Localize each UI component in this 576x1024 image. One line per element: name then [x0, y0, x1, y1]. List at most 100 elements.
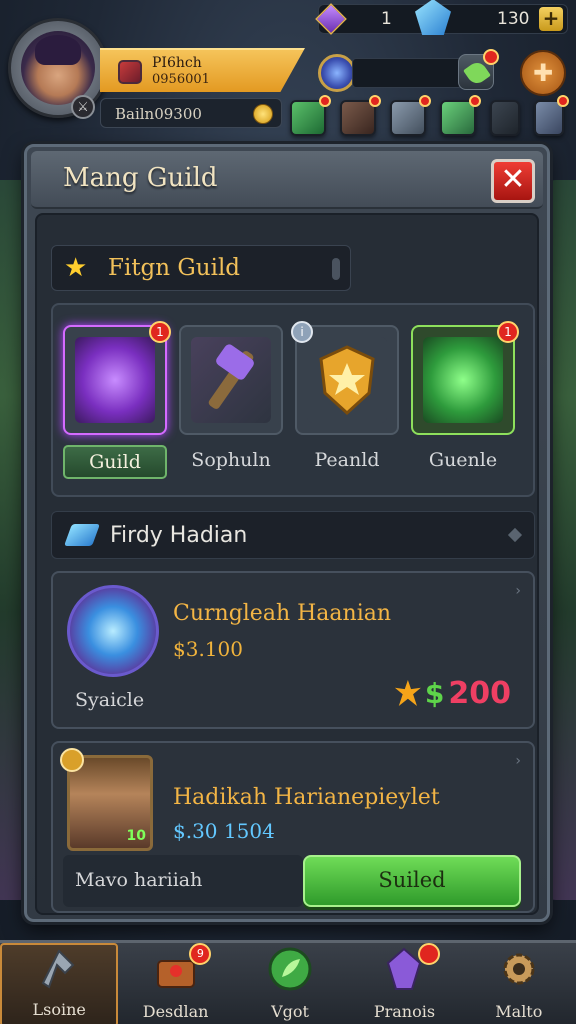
offer-title: Hadikah Harianepieylet — [173, 785, 440, 810]
resource-value-1: 1 — [381, 9, 392, 29]
tab-peanld[interactable]: i — [291, 321, 399, 435]
rank-gem-icon — [118, 60, 142, 84]
shield-shape — [319, 345, 375, 416]
hammer-icon — [191, 337, 271, 423]
emblem-icon[interactable] — [440, 95, 481, 136]
sword-icon: ⚔ — [71, 95, 95, 119]
offer-title: Curngleah Haanian — [173, 601, 392, 626]
axe-shape — [41, 949, 75, 989]
tab-label-guild[interactable]: Guild — [63, 445, 167, 479]
nav-item-vgot[interactable]: Vgot — [233, 943, 347, 1024]
subsection-label: Firdy Hadian — [110, 523, 248, 548]
add-resource-button[interactable]: + — [539, 7, 563, 31]
hero-portrait: 10 — [60, 748, 153, 851]
quest-button[interactable] — [458, 49, 499, 90]
nav-label: Lsoine — [32, 1000, 86, 1019]
player-subtitle: Bailn09300 — [115, 105, 202, 123]
diamond-icon — [507, 527, 523, 543]
player-name: PI6hch — [152, 55, 202, 71]
bottom-navigation: Lsoine 9 Desdlan Vgot Pranois Malto — [0, 940, 576, 1024]
nav-item-desdlan[interactable]: 9 Desdlan — [118, 943, 232, 1024]
name-field: Mavo hariiah — [63, 855, 303, 907]
hero-level: 10 — [126, 828, 146, 844]
tab-label-sophuln[interactable]: Sophuln — [179, 449, 283, 471]
notification-dot — [469, 95, 481, 107]
reward-value: 200 — [448, 675, 511, 711]
armor-icon[interactable] — [390, 95, 431, 136]
notification-dot — [319, 95, 331, 107]
dollar-icon: $ — [424, 676, 445, 710]
green-shield-icon[interactable] — [290, 95, 331, 136]
tab-label-peanld[interactable]: Peanld — [295, 449, 399, 471]
notification-dot — [369, 95, 381, 107]
nav-label: Malto — [495, 1002, 543, 1021]
panel-body: ★ Fitgn Guild 1 Guild Sophuln i Peanld 1… — [35, 213, 539, 915]
emerald-tome-icon — [423, 337, 503, 423]
notification-dot — [419, 95, 431, 107]
spark-icon — [394, 680, 421, 706]
star-icon: ★ — [64, 253, 88, 283]
offer-subtext: Syaicle — [75, 689, 145, 711]
panel-title: Mang Guild — [63, 163, 218, 193]
coin-icon — [253, 104, 273, 124]
guild-tabs: 1 Guild Sophuln i Peanld 1 Guenle — [51, 303, 535, 497]
close-button[interactable]: ✕ — [491, 159, 535, 203]
guild-offer-card[interactable]: Curngleah Haanian $3.100 Syaicle › $ 200 — [51, 571, 535, 729]
nav-item-malto[interactable]: Malto — [462, 943, 576, 1024]
notification-dot — [418, 943, 441, 965]
blue-crystal-emblem-icon — [67, 585, 159, 677]
chevron-icon: › — [515, 583, 521, 599]
sold-button[interactable]: Suiled — [303, 855, 521, 907]
notification-badge: 1 — [497, 321, 519, 343]
panel-header: Mang Guild ✕ — [31, 151, 543, 209]
player-name-plate: PI6hch 0956001 — [100, 48, 305, 92]
gear-shape — [503, 953, 535, 985]
guild-section-header[interactable]: ★ Fitgn Guild — [51, 245, 351, 291]
controller-icon[interactable] — [490, 100, 520, 136]
tab-label-guenle[interactable]: Guenle — [411, 449, 515, 471]
orb-shape — [268, 947, 312, 991]
notification-dot — [557, 95, 569, 107]
subsection-header[interactable]: Firdy Hadian — [51, 511, 535, 559]
shield-orb-icon[interactable] — [318, 54, 356, 92]
golden-shield-icon — [307, 337, 387, 423]
blue-crystal-icon — [415, 0, 451, 35]
offer-subtext: Mavo hariiah — [75, 869, 203, 891]
notification-badge: 1 — [149, 321, 171, 343]
offer-price: $3.100 — [173, 637, 243, 661]
player-avatar[interactable]: ⚔ — [8, 18, 108, 119]
guild-offer-card[interactable]: 10 Hadikah Harianepieylet $.30 1504 › Ma… — [51, 741, 535, 913]
axe-icon — [35, 947, 83, 995]
tab-guild[interactable]: 1 — [63, 321, 171, 435]
guild-crest-icon — [75, 337, 155, 423]
player-sub-plate: Bailn09300 — [100, 98, 282, 128]
info-icon: i — [291, 321, 313, 343]
guild-panel: Mang Guild ✕ ★ Fitgn Guild 1 Guild Sophu… — [24, 144, 550, 922]
player-id: 0956001 — [152, 72, 210, 87]
section-label: Fitgn Guild — [108, 255, 241, 281]
resource-bar: 1 130 + — [315, 0, 568, 35]
gear-icon — [495, 945, 543, 993]
top-hud: ⚔ PI6hch 0956001 Bailn09300 1 130 + ✚ — [0, 0, 576, 140]
tab-sophuln[interactable] — [179, 325, 283, 435]
nav-label: Desdlan — [142, 1002, 209, 1021]
crate-icon[interactable] — [340, 95, 381, 136]
nav-label: Vgot — [271, 1002, 309, 1021]
nav-label: Pranois — [373, 1002, 436, 1021]
leaf-orb-icon — [266, 945, 314, 993]
crystal-shard-icon — [63, 524, 101, 546]
purple-gem-icon — [315, 3, 347, 35]
progress-bar — [352, 58, 462, 88]
nav-item-lsoine[interactable]: Lsoine — [0, 943, 119, 1024]
hero-rank-icon — [60, 748, 84, 772]
resource-value-2: 130 — [497, 9, 530, 29]
scroll-knob — [332, 258, 340, 280]
offer-price: $.30 1504 — [173, 819, 275, 843]
tab-guenle[interactable]: 1 — [411, 321, 519, 435]
nav-item-pranois[interactable]: Pranois — [347, 943, 461, 1024]
puzzle-icon[interactable]: ✚ — [520, 50, 566, 96]
cube-icon[interactable] — [534, 95, 569, 136]
avatar-portrait — [21, 31, 95, 105]
quick-icons-row — [290, 95, 570, 140]
notification-dot — [483, 49, 499, 65]
